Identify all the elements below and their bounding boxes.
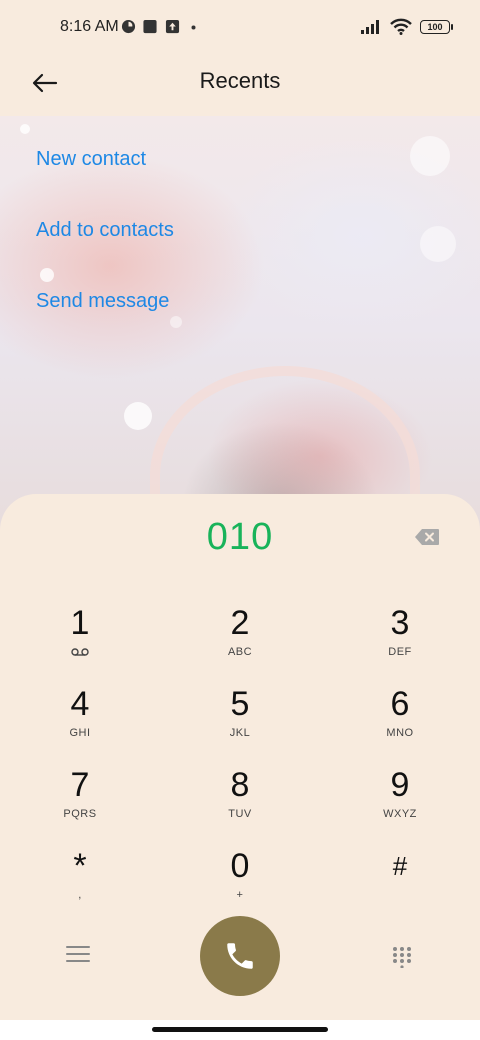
key-letters: GHI [69,727,91,739]
key-digit: * [73,847,87,885]
app-header: Recents [0,56,480,116]
status-bar: 8:16 AM 100 [0,0,480,56]
key-2[interactable]: 2 ABC [180,604,300,676]
key-letters: JKL [229,727,251,739]
key-digit: 4 [70,685,90,723]
wallpaper-background [0,116,480,536]
dialpad-icon[interactable] [392,946,412,968]
key-6[interactable]: 6 MNO [340,685,460,757]
wifi-icon [390,18,412,35]
signal-icon [361,19,379,34]
upload-notification-icon [165,19,180,34]
call-button[interactable] [200,916,280,996]
voicemail-icon [71,648,89,656]
wallpaper-decoration [170,316,182,328]
key-letters: WXYZ [383,808,417,820]
key-4[interactable]: 4 GHI [20,685,140,757]
key-3[interactable]: 3 DEF [340,604,460,676]
dialer-actions [0,916,480,1000]
wallpaper-decoration [410,136,450,176]
square-notification-icon [143,19,157,34]
key-digit: 5 [230,685,250,723]
key-digit: # [392,851,408,881]
dialed-number: 010 [206,516,274,558]
key-digit: 9 [390,766,410,804]
add-to-contacts-link[interactable]: Add to contacts [36,219,174,242]
key-digit: 8 [230,766,250,804]
send-message-link[interactable]: Send message [36,290,169,313]
home-indicator[interactable] [152,1027,328,1032]
new-contact-link[interactable]: New contact [36,148,146,171]
key-letters: MNO [386,727,414,739]
app-notification-icon [121,19,136,34]
battery-icon: 100 [420,19,453,34]
key-letters: TUV [228,808,252,820]
key-0[interactable]: 0 + [180,847,300,919]
key-letters: DEF [388,646,412,658]
key-5[interactable]: 5 JKL [180,685,300,757]
key-letters: + [236,889,244,901]
page-title: Recents [199,68,281,93]
wallpaper-decoration [420,226,456,262]
wallpaper-decoration [20,124,30,134]
key-digit: 1 [70,604,90,642]
menu-icon[interactable] [66,946,90,968]
wallpaper-decoration [40,268,54,282]
key-8[interactable]: 8 TUV [180,766,300,838]
key-digit: 3 [390,604,410,642]
key-7[interactable]: 7 PQRS [20,766,140,838]
backspace-icon[interactable] [414,528,440,546]
key-1[interactable]: 1 [20,604,140,676]
status-time: 8:16 AM [60,18,119,35]
key-letters: PQRS [63,808,97,820]
key-digit: 7 [70,766,90,804]
key-hash[interactable]: # [340,847,460,919]
phone-icon [227,943,253,969]
key-digit: 2 [230,604,250,642]
dialer-panel: 010 1 2 ABC 3 DEF 4 GHI 5 JKL 6 MNO 7 PQ… [0,494,480,1020]
key-letters: , [78,889,82,901]
key-digit: 0 [230,847,250,885]
navigation-bar [0,1020,480,1040]
key-digit: 6 [390,685,410,723]
wallpaper-decoration [124,402,152,430]
key-letters: ABC [227,646,253,658]
key-9[interactable]: 9 WXYZ [340,766,460,838]
key-star[interactable]: * , [20,847,140,919]
dot-icon [191,25,196,30]
battery-level: 100 [427,21,443,32]
